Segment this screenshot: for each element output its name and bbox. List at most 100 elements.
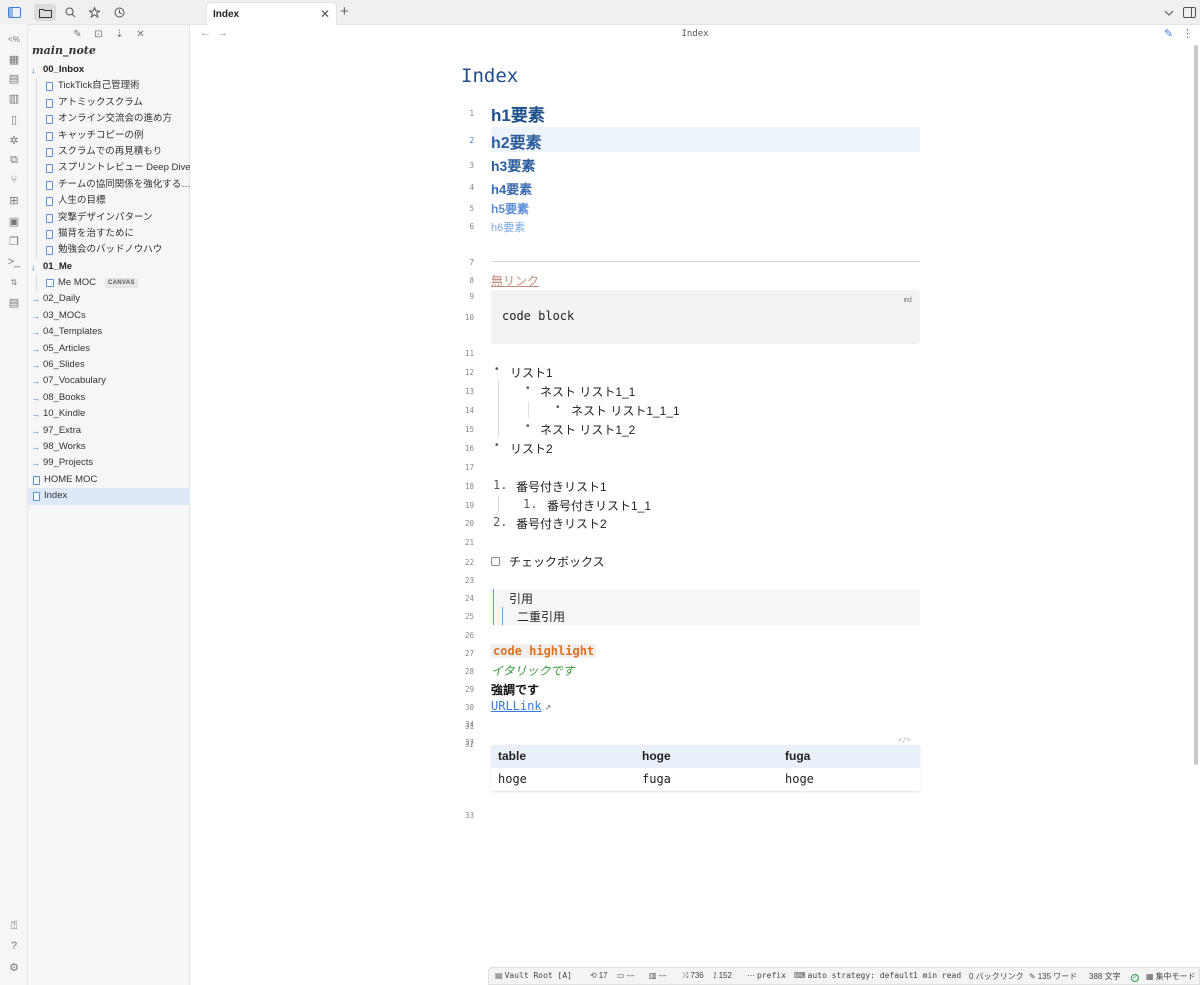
ordered-list-item[interactable]: 番号付きリスト2 [516, 515, 607, 532]
heading-5[interactable]: h5要素 [491, 200, 529, 217]
inline-code[interactable]: code highlight [491, 644, 597, 658]
chevron-right-icon[interactable]: → [31, 308, 40, 324]
file-item[interactable]: HOME MOC [28, 472, 190, 488]
tab-index[interactable]: Index ✕ [206, 2, 337, 25]
tablet-icon[interactable]: ▯ [6, 111, 22, 127]
graph-icon[interactable]: ⑂ [6, 172, 22, 188]
task-checkbox[interactable] [491, 557, 500, 566]
unresolved-link[interactable]: 無リンク [491, 272, 539, 289]
settings-gear-icon[interactable]: ⚙ [6, 959, 22, 975]
terminal-icon[interactable]: >_ [6, 254, 22, 270]
sidebar-toggle-icon[interactable] [5, 4, 23, 21]
file-item[interactable]: キャッチコピーの例 [28, 128, 190, 144]
folder-item[interactable]: → 05_Articles [28, 341, 190, 357]
word-count-status[interactable]: ✎ 135 ワード [1029, 971, 1077, 982]
help-vault-icon[interactable]: ⍰ [6, 918, 22, 934]
edit-mode-icon[interactable]: ✎ [1164, 27, 1173, 40]
file-item[interactable]: 猫背を治すために [28, 226, 190, 242]
file-item[interactable]: チームの協同関係を強化する… [28, 177, 190, 193]
new-folder-icon[interactable]: ⊡ [92, 28, 105, 41]
folder-item[interactable]: → 02_Daily [28, 291, 190, 307]
chevron-down-icon[interactable]: ↓ [31, 62, 36, 78]
file-item[interactable]: TickTick自己管理術 [28, 78, 190, 94]
search-icon[interactable] [61, 4, 79, 21]
list-item[interactable]: ネスト リスト1_2 [540, 421, 635, 438]
url-link[interactable]: URLLink [491, 699, 542, 713]
folder-item[interactable]: → 03_MOCs [28, 308, 190, 324]
heading-1[interactable]: h1要素 [491, 101, 545, 126]
folder-item[interactable]: → 07_Vocabulary [28, 373, 190, 389]
table-header-cell[interactable]: hoge [642, 749, 671, 763]
chart-icon[interactable]: ▥ [6, 90, 22, 106]
strategy-status[interactable]: ⌨ auto strategy: default [794, 971, 914, 980]
folder-item[interactable]: ↓ 01_Me [28, 259, 190, 275]
heading-2[interactable]: h2要素 [491, 129, 542, 153]
file-item[interactable]: 人生の目標 [28, 193, 190, 209]
heading-6[interactable]: h6要素 [491, 219, 525, 235]
file-item[interactable]: アトミックスクラム [28, 95, 190, 111]
chevron-down-icon[interactable]: ↓ [31, 259, 36, 275]
ordered-list-item[interactable]: 番号付きリスト1_1 [547, 497, 651, 514]
file-item[interactable]: 突撃デザインパターン [28, 210, 190, 226]
chevron-right-icon[interactable]: → [31, 373, 40, 389]
copy-icon[interactable]: ⧉ [6, 152, 22, 168]
chevron-right-icon[interactable]: → [31, 291, 40, 307]
right-sidebar-toggle-icon[interactable] [1180, 4, 1198, 21]
status-item[interactable]: ⤨ 736 [682, 971, 704, 981]
grid-icon[interactable]: ⊞ [6, 192, 22, 208]
folder-item[interactable]: → 99_Projects [28, 455, 190, 471]
files-folder-icon[interactable] [34, 4, 56, 21]
chevron-right-icon[interactable]: → [31, 423, 40, 439]
close-icon[interactable]: ✕ [320, 7, 330, 21]
recent-clock-icon[interactable] [110, 4, 128, 21]
file-item[interactable]: Me MOC CANVAS [28, 275, 190, 291]
inline-title[interactable]: Index [461, 65, 518, 87]
focus-mode-status[interactable]: ▦ 集中モード [1146, 971, 1196, 982]
sync-status[interactable]: ✓ [1131, 971, 1139, 982]
vault-root-status[interactable]: ▤ Vault Root [A] [495, 971, 572, 980]
puzzle-icon[interactable]: ✲ [6, 132, 22, 148]
chevron-right-icon[interactable]: → [31, 341, 40, 357]
list-item[interactable]: リスト1 [510, 364, 553, 381]
backlink-count-status[interactable]: 0 バックリンク [969, 971, 1024, 982]
folder-item[interactable]: → 08_Books [28, 390, 190, 406]
ordered-list-item[interactable]: 番号付きリスト1 [516, 478, 607, 495]
chevron-down-icon[interactable] [1160, 4, 1178, 21]
folder-item[interactable]: ↓ 00_Inbox [28, 62, 190, 78]
scrollbar[interactable] [1194, 45, 1198, 765]
chevron-right-icon[interactable]: → [31, 324, 40, 340]
chevron-right-icon[interactable]: → [31, 406, 40, 422]
file-item[interactable]: Index [28, 488, 190, 505]
folder-item[interactable]: → 97_Extra [28, 423, 190, 439]
heading-3[interactable]: h3要素 [491, 156, 535, 176]
status-item[interactable]: ⁒ 152 [713, 971, 732, 980]
table-cell[interactable]: hoge [785, 772, 814, 786]
more-options-icon[interactable]: ⋮ [1182, 27, 1193, 40]
view-title[interactable]: Index [190, 29, 1200, 39]
list-item[interactable]: ネスト リスト1_1_1 [571, 402, 680, 419]
table-cell[interactable]: fuga [642, 772, 671, 786]
status-item[interactable]: ▭ --- [617, 971, 635, 980]
prefix-status[interactable]: ⋯ prefix [747, 971, 786, 980]
heading-4[interactable]: h4要素 [491, 179, 532, 198]
char-count-status[interactable]: 388 文字 [1089, 971, 1121, 982]
markdown-table[interactable]: table hoge fuga hoge fuga hoge [491, 745, 920, 791]
table-source-icon[interactable]: </> [898, 736, 911, 744]
sort-icon[interactable]: ⇅ [6, 274, 22, 290]
chevron-right-icon[interactable]: → [31, 439, 40, 455]
new-tab-plus-icon[interactable]: + [340, 3, 349, 20]
file-item[interactable]: 勉強会のバッドノウハウ [28, 242, 190, 258]
sort-order-icon[interactable]: ⇣ [113, 28, 126, 41]
folder-item[interactable]: → 10_Kindle [28, 406, 190, 422]
layout-icon[interactable]: ▤ [6, 294, 22, 310]
code-brackets-icon[interactable]: <% [5, 31, 23, 47]
chevron-right-icon[interactable]: → [31, 357, 40, 373]
folder-item[interactable]: → 98_Works [28, 439, 190, 455]
quote-text[interactable]: 引用 [509, 590, 533, 607]
calendar-icon[interactable]: ▦ [6, 51, 22, 67]
quote-text-nested[interactable]: 二重引用 [517, 608, 565, 625]
code-block-text[interactable]: code block [502, 309, 574, 323]
file-item[interactable]: オンライン交流会の進め方 [28, 111, 190, 127]
folder-item[interactable]: → 04_Templates [28, 324, 190, 340]
read-time-status[interactable]: 1 min read [913, 971, 961, 980]
